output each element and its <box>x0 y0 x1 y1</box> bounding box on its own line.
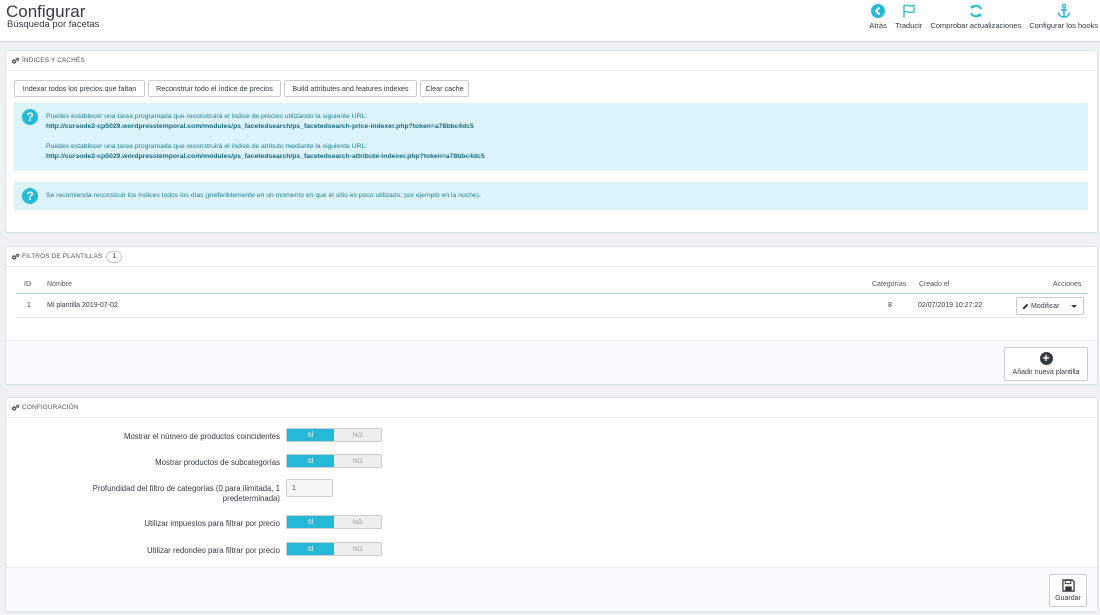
switch-off[interactable]: NO <box>334 455 381 467</box>
anchor-icon <box>1057 3 1070 18</box>
index-missing-prices-button[interactable]: Indexar todos los precios que faltan <box>14 80 145 97</box>
question-icon: ? <box>22 188 38 204</box>
row-id: 1 <box>27 302 31 309</box>
show-product-count-switch[interactable]: SÍ NO <box>286 428 382 442</box>
indexes-heading-text: Índices y cachés <box>22 57 85 64</box>
templates-panel-heading: Filtros de plantillas 1 <box>6 247 1097 267</box>
check-updates-button[interactable]: Comprobar actualizaciones <box>930 3 1021 30</box>
clear-cache-button[interactable]: Clear cache <box>420 80 469 97</box>
cogs-icon <box>11 57 20 64</box>
question-icon: ? <box>22 109 38 125</box>
table-header-divider <box>16 293 1087 294</box>
back-arrow-icon <box>871 4 886 18</box>
flag-icon <box>903 4 915 18</box>
templates-count-badge: 1 <box>106 250 123 263</box>
switch-off[interactable]: NO <box>334 516 381 528</box>
switch-on[interactable]: SÍ <box>287 516 334 528</box>
modify-label: Modificar <box>1031 302 1060 310</box>
configure-hooks-button-label: Configurar los hooks <box>1029 21 1098 30</box>
check-updates-button-label: Comprobar actualizaciones <box>930 21 1022 30</box>
save-label: Guardar <box>1055 595 1081 602</box>
floppy-disk-icon <box>1061 579 1075 592</box>
page-header: Configurar Búsqueda por facetas Atrás Tr… <box>0 0 1100 42</box>
attribute-indexer-url[interactable]: http://cursode2-cp5029.wordpresstemporal… <box>46 153 485 160</box>
show-product-count-label: Mostrar el número de productos coinciden… <box>123 432 280 441</box>
column-header-categories: Categorías <box>872 281 907 288</box>
config-footer <box>6 567 1097 611</box>
attribute-cron-text: Puedes establecer una tarea programada q… <box>46 143 368 150</box>
templates-footer <box>6 340 1097 384</box>
price-cron-text: Puedes establecer una tarea programada q… <box>46 113 368 120</box>
templates-heading-text: Filtros de plantillas <box>22 253 103 260</box>
cron-info-alert: ? Puedes establecer una tarea programada… <box>14 103 1088 171</box>
table-row-divider <box>16 317 1087 318</box>
row-created: 02/07/2019 10:27:22 <box>918 302 983 309</box>
switch-on[interactable]: SÍ <box>287 429 334 441</box>
translate-button[interactable]: Traducir <box>895 3 922 30</box>
pencil-icon <box>1022 303 1029 309</box>
plus-circle-icon: + <box>1039 352 1053 365</box>
save-button[interactable]: Guardar <box>1049 574 1087 607</box>
row-name[interactable]: Mi plantilla 2019-07-02 <box>47 302 118 309</box>
cogs-icon <box>11 253 20 260</box>
category-depth-label: Profundidad del filtro de categorías (0 … <box>92 484 280 503</box>
page-subtitle: Búsqueda por facetas <box>7 19 100 30</box>
chevron-down-icon[interactable] <box>1071 305 1077 308</box>
configure-hooks-button[interactable]: Configurar los hooks <box>1029 3 1098 30</box>
use-rounding-switch[interactable]: SÍ NO <box>286 542 382 556</box>
cogs-icon <box>11 404 20 411</box>
switch-on[interactable]: SÍ <box>287 543 334 555</box>
add-template-button[interactable]: + Añadir nueva plantilla <box>1004 347 1088 381</box>
back-button[interactable]: Atrás <box>869 3 887 30</box>
column-header-name: Nombre <box>47 281 72 288</box>
config-panel-heading: Configuración <box>6 398 1097 418</box>
use-tax-switch[interactable]: SÍ NO <box>286 515 382 529</box>
switch-off[interactable]: NO <box>334 543 381 555</box>
rebuild-recommendation-alert: ? Se recomienda reconstruir los índices … <box>14 182 1088 210</box>
use-rounding-label: Utilizar redondeo para filtrar por preci… <box>146 546 280 555</box>
refresh-icon <box>969 4 982 18</box>
column-header-created: Creado el <box>919 281 950 288</box>
add-template-label: Añadir nueva plantilla <box>1012 369 1080 376</box>
column-header-actions: Acciones <box>1053 281 1082 288</box>
row-categories: 8 <box>888 302 892 309</box>
modify-template-button[interactable]: Modificar <box>1016 297 1084 315</box>
toolbar: Atrás Traducir Comprobar actualizaciones… <box>861 0 1098 30</box>
rebuild-recommendation-text: Se recomienda reconstruir los índices to… <box>46 192 481 199</box>
rebuild-price-index-button[interactable]: Reconstruir todo el índice de precios <box>148 80 281 97</box>
build-attribute-indexes-button[interactable]: Build attributes and features indexes <box>284 80 417 97</box>
use-tax-label: Utilizar impuestos para filtrar por prec… <box>144 519 280 528</box>
price-indexer-url[interactable]: http://cursode2-cp5029.wordpresstemporal… <box>46 123 474 130</box>
switch-on[interactable]: SÍ <box>287 455 334 467</box>
back-button-label: Atrás <box>869 21 887 30</box>
show-subcategory-products-switch[interactable]: SÍ NO <box>286 454 382 468</box>
show-subcategory-products-label: Mostrar productos de subcategorías <box>155 458 280 467</box>
category-depth-input[interactable] <box>286 479 333 497</box>
column-header-id: ID <box>24 281 31 288</box>
switch-off[interactable]: NO <box>334 429 381 441</box>
translate-button-label: Traducir <box>895 21 923 30</box>
config-heading-text: Configuración <box>22 404 79 411</box>
indexes-panel-heading: Índices y cachés <box>6 51 1097 71</box>
